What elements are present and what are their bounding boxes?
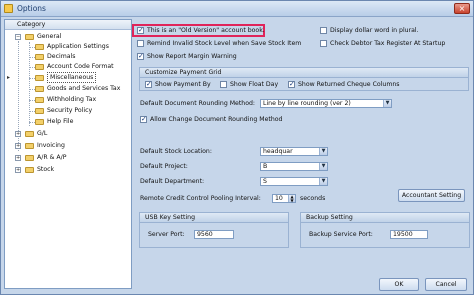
tree-item-miscellaneous[interactable]: ▸ Miscellaneous [5,72,131,83]
chevron-down-icon: ▼ [319,178,327,185]
tree-header: Category [5,20,131,30]
tree-item-withholding-tax[interactable]: Withholding Tax [5,95,131,105]
folder-icon [35,44,44,50]
department-label: Default Department: [140,178,205,185]
selected-row-icon: ▸ [7,74,11,81]
spinner-icon[interactable]: ▲ ▼ [288,195,295,202]
folder-icon [25,143,34,149]
polling-interval-stepper[interactable]: 10 ▲ ▼ [272,194,296,203]
project-label: Default Project: [140,163,188,170]
show-payment-by-checkbox[interactable] [145,80,152,88]
remind-invalid-stock-label: Remind Invalid Stock Level when Save Sto… [147,40,302,47]
folder-icon [25,34,34,40]
department-select[interactable]: S ▼ [260,177,328,186]
stock-location-label: Default Stock Location: [140,148,212,155]
old-version-label: This is an "Old Version" account book. [147,27,265,34]
display-dollar-label: Display dollar word in plural. [330,27,419,34]
check-debtor-tax-label: Check Debtor Tax Register At Startup [330,40,446,47]
cancel-button[interactable]: Cancel [425,278,467,291]
stock-location-select[interactable]: headquar ▼ [260,147,328,156]
tree-item-decimals[interactable]: Decimals [5,52,131,62]
tree-item-help-file[interactable]: Help File [5,117,131,127]
chevron-down-icon: ▼ [319,148,327,155]
tree-item-account-code-format[interactable]: Account Code Format [5,62,131,72]
rounding-method-label: Default Document Rounding Method: [140,100,255,107]
folder-icon [35,75,44,81]
show-returned-cheque-label: Show Returned Cheque Columns [298,81,400,88]
backup-port-field[interactable]: 19500 [390,230,428,239]
expand-icon[interactable]: + [15,131,21,137]
tree-item-ar-ap[interactable]: + A/R & A/P [5,153,131,163]
rounding-method-select[interactable]: Line by line rounding (ver 2) ▼ [260,99,392,108]
remind-invalid-stock-checkbox[interactable] [137,40,144,47]
folder-icon [35,54,44,60]
folder-icon [35,86,44,92]
polling-unit-label: seconds [300,195,326,202]
tree-item-goods-and-services-tax[interactable]: Goods and Services Tax [5,84,131,94]
tree-item-stock[interactable]: + Stock [5,165,131,175]
tree-item-gl[interactable]: + G/L [5,129,131,139]
ok-button[interactable]: OK [379,278,419,291]
options-window: Options × Category − General Application… [0,0,474,295]
expand-icon[interactable]: + [15,155,21,161]
show-float-day-label: Show Float Day [230,81,279,88]
allow-change-rounding-checkbox[interactable] [140,115,147,123]
polling-interval-label: Remote Credit Control Pooling Interval: [140,195,261,202]
show-report-margin-label: Show Report Margin Warning [147,53,237,60]
backup-port-label: Backup Service Port: [309,231,373,238]
show-returned-cheque-checkbox[interactable] [288,80,295,88]
tree-item-application-settings[interactable]: Application Settings [5,42,131,52]
backup-group: Backup Setting Backup Service Port: 1950… [300,212,470,248]
folder-icon [35,119,44,125]
category-tree: Category − General Application Settings … [4,19,132,289]
check-debtor-tax-checkbox[interactable] [320,40,327,47]
expand-icon[interactable]: + [15,143,21,149]
usb-key-title: USB Key Setting [140,213,288,223]
server-port-field[interactable]: 9560 [194,230,234,239]
payment-grid-title: Customize Payment Grid [140,68,468,78]
server-port-label: Server Port: [148,231,185,238]
chevron-down-icon: ▼ [319,163,327,170]
folder-icon [25,155,34,161]
expand-icon[interactable]: + [15,167,21,173]
show-report-margin-checkbox[interactable] [137,52,144,60]
app-icon [4,4,13,13]
folder-icon [35,97,44,103]
payment-grid-group: Customize Payment Grid Show Payment By S… [139,67,469,91]
backup-title: Backup Setting [301,213,469,223]
folder-icon [25,131,34,137]
tree-item-general[interactable]: − General [5,32,131,42]
options-content: This is an "Old Version" account book. D… [132,19,470,269]
chevron-down-icon: ▼ [383,100,391,107]
allow-change-rounding-label: Allow Change Document Rounding Method [150,116,283,123]
tree-item-invoicing[interactable]: + Invoicing [5,141,131,151]
window-title: Options [17,4,46,13]
show-float-day-checkbox[interactable] [220,81,227,88]
project-select[interactable]: B ▼ [260,162,328,171]
folder-icon [35,64,44,70]
old-version-checkbox[interactable] [137,26,144,34]
display-dollar-checkbox[interactable] [320,27,327,34]
usb-key-group: USB Key Setting Server Port: 9560 [139,212,289,248]
folder-icon [35,108,44,114]
title-bar: Options × [1,1,473,17]
folder-icon [25,167,34,173]
accountant-setting-button[interactable]: Accountant Setting [398,189,465,202]
tree-item-security-policy[interactable]: Security Policy [5,106,131,116]
close-button[interactable]: × [454,3,470,14]
show-payment-by-label: Show Payment By [155,81,211,88]
collapse-icon[interactable]: − [15,34,21,40]
